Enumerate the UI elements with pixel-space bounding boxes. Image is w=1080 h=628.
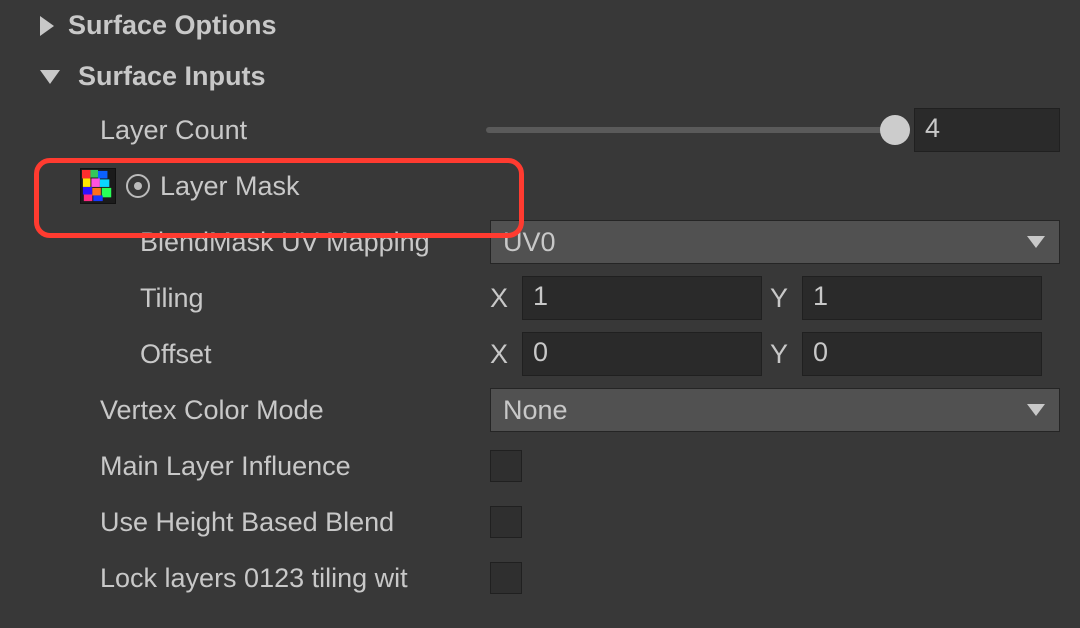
tiling-x-input[interactable]: 1	[522, 276, 762, 320]
label-x: X	[490, 283, 514, 314]
slider-thumb[interactable]	[880, 115, 910, 145]
section-header-surface-options[interactable]: Surface Options	[0, 0, 1080, 51]
chevron-down-icon	[1027, 404, 1045, 416]
row-blendmask-uv: BlendMask UV Mapping UV0	[0, 214, 1080, 270]
dropdown-value: None	[503, 395, 568, 426]
object-picker-icon[interactable]	[126, 174, 150, 198]
label-x: X	[490, 339, 514, 370]
label-y: Y	[770, 283, 794, 314]
chevron-down-icon	[1027, 236, 1045, 248]
label-offset: Offset	[0, 339, 490, 370]
label-use-height-based-blend: Use Height Based Blend	[0, 507, 490, 538]
label-vertex-color-mode: Vertex Color Mode	[0, 395, 490, 426]
chevron-right-icon	[40, 16, 54, 36]
row-lock-layers: Lock layers 0123 tiling wit	[0, 550, 1080, 606]
label-lock-layers: Lock layers 0123 tiling wit	[0, 563, 490, 594]
row-layer-mask: Layer Mask	[0, 158, 1080, 214]
row-use-height-based-blend: Use Height Based Blend	[0, 494, 1080, 550]
dropdown-value: UV0	[503, 227, 556, 258]
section-title: Surface Inputs	[78, 61, 266, 92]
row-main-layer-influence: Main Layer Influence	[0, 438, 1080, 494]
texture-swatch-icon[interactable]	[80, 168, 116, 204]
label-layer-count: Layer Count	[0, 115, 486, 146]
layer-count-input[interactable]: 4	[914, 108, 1060, 152]
label-tiling: Tiling	[0, 283, 490, 314]
label-y: Y	[770, 339, 794, 370]
label-blendmask-uv: BlendMask UV Mapping	[0, 227, 490, 258]
chevron-down-icon	[40, 70, 60, 84]
tiling-y-input[interactable]: 1	[802, 276, 1042, 320]
control-layer-count: 4	[486, 108, 1080, 152]
section-title: Surface Options	[68, 10, 277, 41]
lock-layers-checkbox[interactable]	[490, 562, 522, 594]
main-layer-influence-checkbox[interactable]	[490, 450, 522, 482]
row-vertex-color-mode: Vertex Color Mode None	[0, 382, 1080, 438]
layer-count-slider[interactable]	[486, 127, 896, 133]
row-layer-count: Layer Count 4	[0, 102, 1080, 158]
vertex-color-mode-dropdown[interactable]: None	[490, 388, 1060, 432]
blendmask-uv-dropdown[interactable]: UV0	[490, 220, 1060, 264]
surface-inputs-body: Layer Count 4	[0, 102, 1080, 606]
use-height-based-blend-checkbox[interactable]	[490, 506, 522, 538]
section-header-surface-inputs[interactable]: Surface Inputs	[0, 51, 1080, 102]
label-layer-mask: Layer Mask	[160, 171, 300, 202]
label-group-layer-mask: Layer Mask	[0, 168, 490, 204]
label-main-layer-influence: Main Layer Influence	[0, 451, 490, 482]
offset-y-input[interactable]: 0	[802, 332, 1042, 376]
row-tiling: Tiling X 1 Y 1	[0, 270, 1080, 326]
row-offset: Offset X 0 Y 0	[0, 326, 1080, 382]
offset-x-input[interactable]: 0	[522, 332, 762, 376]
